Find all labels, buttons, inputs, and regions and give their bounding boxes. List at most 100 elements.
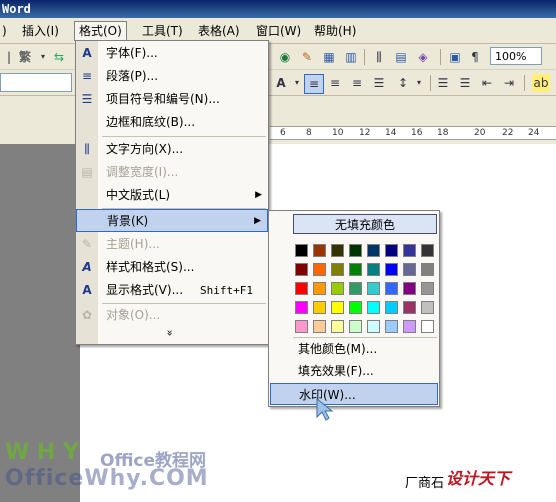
- color-swatch[interactable]: [313, 282, 326, 295]
- site-logo-url: OfficeWhy.COM: [5, 466, 209, 491]
- color-swatch[interactable]: [313, 263, 326, 276]
- color-swatch[interactable]: [403, 282, 416, 295]
- columns-icon[interactable]: ⫼: [370, 48, 388, 66]
- color-swatch[interactable]: [313, 320, 326, 333]
- styles-icon: A: [82, 260, 92, 274]
- increase-indent-icon[interactable]: ⇥: [500, 74, 518, 92]
- menu-item-bullets[interactable]: ☰ 项目符号和编号(N)...: [76, 88, 268, 111]
- color-swatch[interactable]: [349, 301, 362, 314]
- paragraph-icon: ≡: [81, 69, 93, 83]
- more-colors-item[interactable]: 其他颜色(M)...: [270, 338, 438, 360]
- ruler-tick: 14: [385, 128, 397, 138]
- highlight-icon[interactable]: ab: [532, 74, 550, 92]
- document-map-icon[interactable]: ▤: [392, 48, 410, 66]
- color-swatch[interactable]: [403, 263, 416, 276]
- convert-icon[interactable]: ⇆: [50, 48, 68, 66]
- color-swatch[interactable]: [313, 244, 326, 257]
- zoom-select[interactable]: 100%: [490, 47, 542, 65]
- color-swatch[interactable]: [385, 320, 398, 333]
- reveal-format-icon: A: [82, 283, 92, 297]
- color-swatch[interactable]: [367, 320, 380, 333]
- numbering-icon[interactable]: ☰: [434, 74, 452, 92]
- color-swatch[interactable]: [295, 263, 308, 276]
- color-swatch[interactable]: [421, 263, 434, 276]
- style-dropdown[interactable]: [0, 73, 72, 92]
- menu-window[interactable]: 窗口(W): [252, 22, 305, 40]
- color-swatch[interactable]: [367, 244, 380, 257]
- color-swatch[interactable]: [349, 263, 362, 276]
- ruler-tick: 24: [528, 128, 540, 138]
- menu-help[interactable]: 帮助(H): [310, 22, 360, 40]
- color-swatch[interactable]: [385, 282, 398, 295]
- color-swatch[interactable]: [295, 320, 308, 333]
- color-swatch[interactable]: [367, 282, 380, 295]
- color-swatch[interactable]: [349, 282, 362, 295]
- color-swatch[interactable]: [331, 282, 344, 295]
- menu-item-font[interactable]: A 字体(F)...: [76, 42, 268, 65]
- color-swatch[interactable]: [421, 244, 434, 257]
- color-swatch[interactable]: [403, 244, 416, 257]
- ruler-tick: 20: [474, 128, 486, 138]
- menu-tools[interactable]: 工具(T): [138, 22, 187, 40]
- color-swatch[interactable]: [385, 301, 398, 314]
- align-right-icon[interactable]: ≡: [348, 74, 366, 92]
- menu-item-label: 字体(F)...: [106, 46, 158, 60]
- color-swatch[interactable]: [421, 282, 434, 295]
- color-swatch[interactable]: [313, 301, 326, 314]
- align-center-icon[interactable]: ≡: [326, 74, 344, 92]
- menu-format[interactable]: 格式(O): [74, 21, 127, 41]
- color-swatch[interactable]: [331, 244, 344, 257]
- table-icon[interactable]: ▦: [320, 48, 338, 66]
- color-swatch[interactable]: [385, 263, 398, 276]
- bullets-icon[interactable]: ☰: [456, 74, 474, 92]
- color-swatch[interactable]: [295, 301, 308, 314]
- ruler-tick: 18: [437, 128, 449, 138]
- color-swatch[interactable]: [349, 244, 362, 257]
- color-swatch[interactable]: [295, 244, 308, 257]
- justify-icon[interactable]: ☰: [370, 74, 388, 92]
- color-swatch[interactable]: [349, 320, 362, 333]
- excel-icon[interactable]: ▥: [342, 48, 360, 66]
- decrease-indent-icon[interactable]: ⇤: [478, 74, 496, 92]
- document-text: 厂商石: [405, 476, 445, 491]
- preview-icon[interactable]: ▣: [446, 48, 464, 66]
- color-swatch[interactable]: [331, 301, 344, 314]
- menu-item-asian-layout[interactable]: 中文版式(L) ▶: [76, 184, 268, 207]
- menu-table[interactable]: 表格(A): [194, 22, 244, 40]
- color-swatch[interactable]: [403, 301, 416, 314]
- globe-icon[interactable]: ◉: [276, 48, 294, 66]
- chevron-down-icon[interactable]: ▾: [410, 74, 428, 92]
- menu-expand[interactable]: »: [76, 324, 268, 342]
- color-swatch[interactable]: [295, 282, 308, 295]
- color-swatch[interactable]: [385, 244, 398, 257]
- color-swatch[interactable]: [403, 320, 416, 333]
- menu-item-reveal-formatting[interactable]: A 显示格式(V)... Shift+F1: [76, 279, 268, 302]
- horizontal-ruler[interactable]: 6 8 10 12 14 16 18 20 22 24: [270, 126, 556, 140]
- menu-item-label: 主题(H)...: [106, 237, 160, 251]
- show-formatting-icon[interactable]: ¶: [466, 48, 484, 66]
- drawing-toolbar-icon[interactable]: ◈: [414, 48, 432, 66]
- menu-item-label: 其他颜色(M)...: [298, 342, 378, 356]
- ruler-tick: 12: [359, 128, 371, 138]
- color-swatch[interactable]: [331, 263, 344, 276]
- align-left-icon[interactable]: ≡: [304, 74, 324, 94]
- color-swatch[interactable]: [331, 320, 344, 333]
- menu-item-styles[interactable]: A 样式和格式(S)...: [76, 256, 268, 279]
- color-swatch[interactable]: [367, 301, 380, 314]
- menu-item-paragraph[interactable]: ≡ 段落(P)...: [76, 65, 268, 88]
- color-swatch[interactable]: [421, 301, 434, 314]
- no-fill-button[interactable]: 无填充颜色: [293, 214, 437, 234]
- menu-item-theme: ✎ 主题(H)...: [76, 233, 268, 256]
- color-swatch[interactable]: [367, 263, 380, 276]
- watermark-item[interactable]: 水印(W)...: [270, 383, 438, 405]
- menu-item-background[interactable]: 背景(K) ▶: [76, 209, 268, 232]
- drawing-icon[interactable]: ✎: [298, 48, 316, 66]
- color-swatch[interactable]: [421, 320, 434, 333]
- menu-item-text-direction[interactable]: ⫼ 文字方向(X)...: [76, 138, 268, 161]
- menu-insert[interactable]: 插入(I): [18, 22, 63, 40]
- text-direction-icon: ⫼: [84, 142, 90, 156]
- menu-item-borders[interactable]: 边框和底纹(B)...: [76, 111, 268, 134]
- object-icon: ✿: [81, 308, 93, 322]
- fill-effects-item[interactable]: 填充效果(F)...: [270, 360, 438, 382]
- traditional-chinese-button[interactable]: 繁: [16, 48, 34, 66]
